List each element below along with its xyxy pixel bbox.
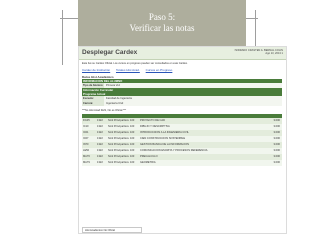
course-subject: MA79 — [83, 161, 90, 164]
grades-table-body: FI1051322Sinti Principal Ecuacs103PROYEC… — [82, 118, 282, 166]
course-term: 1322 — [97, 161, 103, 164]
user-info: ISIDRADO CRASTEN A. BERNAL COLIN Ago 13,… — [221, 49, 283, 56]
table-row: MA79 1322 Sinti Principal Ecuacs103 GEOMETR… — [82, 160, 282, 166]
link-cardex-institucion[interactable]: Cardex de Institución — [82, 68, 110, 72]
footer-label: Hist Académico No Oficial — [82, 227, 142, 233]
slide-title-line2: Verificar las notas — [129, 23, 195, 33]
carrera-value: Ingeniería Civil — [104, 101, 282, 106]
slide-title-line1: Paso 5: — [148, 12, 176, 22]
cardex-screenshot: Desplegar Cardex ISIDRADO CRASTEN A. BER… — [78, 46, 287, 234]
grades-table: FI1051322Sinti Principal Ecuacs103PROYEC… — [82, 114, 282, 166]
tipo-value: Primera Vez — [104, 83, 282, 88]
page-title: Desplegar Cardex — [82, 49, 138, 56]
slide-title: Paso 5: Verificar las notas — [78, 0, 246, 46]
decorative-line — [60, 18, 80, 19]
student-info-table: INFORMACION DEL ALUMNO Tipo de Alumno: P… — [82, 79, 282, 106]
unofficial-note: ***No Hist Acad Ref1, No es Oficial *** — [82, 109, 127, 112]
carrera-label: Carrera: — [82, 101, 104, 106]
slide-header: Paso 5: Verificar las notas — [0, 0, 320, 65]
course-title: GEOMETRIA — [140, 161, 156, 164]
course-credits: 3.000 — [273, 161, 281, 164]
link-totales-hist[interactable]: Totales Hist Acad. — [116, 68, 140, 72]
link-cursos-progreso[interactable]: Cursos en Progreso — [146, 68, 173, 72]
info-message: Este fué su Cardex Oficial. Los cursos e… — [82, 62, 188, 65]
course-section: 103 — [130, 161, 135, 164]
course-level: Sinti Principal Ecuacs — [108, 161, 129, 164]
navigation-links: Cardex de Institución Totales Hist Acad.… — [82, 68, 177, 72]
cardex-header: Desplegar Cardex ISIDRADO CRASTEN A. BER… — [79, 47, 286, 60]
info-row-carrera: Carrera: Ingeniería Civil — [82, 101, 282, 106]
session-date: Ago 13, 2013 1 — [265, 52, 283, 56]
